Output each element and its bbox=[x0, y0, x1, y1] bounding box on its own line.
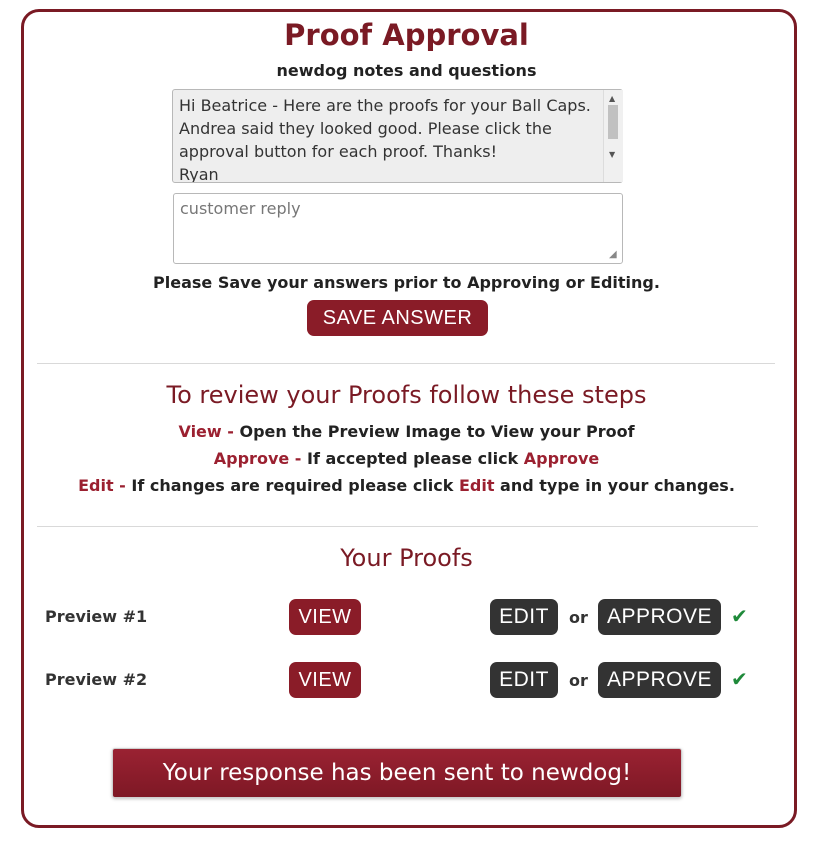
steps-title: To review your Proofs follow these steps bbox=[166, 381, 647, 409]
view-button[interactable]: VIEW bbox=[289, 599, 361, 635]
scroll-thumb[interactable] bbox=[608, 105, 618, 139]
or-separator: or bbox=[569, 671, 588, 690]
resize-grip-icon[interactable]: ◢ bbox=[609, 249, 617, 260]
step-edit-keyword: Edit - bbox=[78, 476, 126, 495]
customer-reply-input[interactable] bbox=[173, 193, 623, 264]
step-approve: Approve - If accepted please click Appro… bbox=[0, 449, 813, 468]
step-approve-keyword: Approve - bbox=[213, 449, 302, 468]
notes-scrollbar[interactable]: ▲ ▼ bbox=[603, 90, 623, 182]
preview-label: Preview #1 bbox=[45, 607, 148, 626]
notes-heading: newdog notes and questions bbox=[276, 61, 537, 80]
response-sent-banner: Your response has been sent to newdog! bbox=[112, 748, 682, 798]
approved-check-icon: ✔ bbox=[731, 604, 748, 628]
scroll-up-icon[interactable]: ▲ bbox=[609, 94, 615, 103]
section-divider bbox=[37, 526, 758, 527]
section-divider bbox=[37, 363, 775, 364]
approve-button[interactable]: APPROVE bbox=[598, 662, 721, 698]
scroll-down-icon[interactable]: ▼ bbox=[609, 150, 615, 159]
or-separator: or bbox=[569, 608, 588, 627]
step-view-text: Open the Preview Image to View your Proo… bbox=[233, 422, 635, 441]
save-answer-button[interactable]: SAVE ANSWER bbox=[307, 300, 488, 336]
edit-button[interactable]: EDIT bbox=[490, 599, 558, 635]
approved-check-icon: ✔ bbox=[731, 667, 748, 691]
preview-label: Preview #2 bbox=[45, 670, 148, 689]
view-button[interactable]: VIEW bbox=[289, 662, 361, 698]
notes-textarea[interactable]: Hi Beatrice - Here are the proofs for yo… bbox=[172, 89, 623, 183]
step-view: View - Open the Preview Image to View yo… bbox=[0, 422, 813, 441]
page-title: Proof Approval bbox=[284, 18, 529, 52]
proofs-title: Your Proofs bbox=[340, 544, 473, 572]
step-view-keyword: View - bbox=[178, 422, 234, 441]
step-edit: Edit - If changes are required please cl… bbox=[0, 476, 813, 495]
edit-button[interactable]: EDIT bbox=[490, 662, 558, 698]
approve-button[interactable]: APPROVE bbox=[598, 599, 721, 635]
step-approve-text: If accepted please click bbox=[301, 449, 524, 468]
step-edit-text: If changes are required please click bbox=[125, 476, 459, 495]
save-instruction: Please Save your answers prior to Approv… bbox=[153, 273, 660, 292]
step-edit-keyword-2: Edit bbox=[458, 476, 495, 495]
step-edit-text-2: and type in your changes. bbox=[494, 476, 735, 495]
step-approve-keyword-2: Approve bbox=[523, 449, 600, 468]
